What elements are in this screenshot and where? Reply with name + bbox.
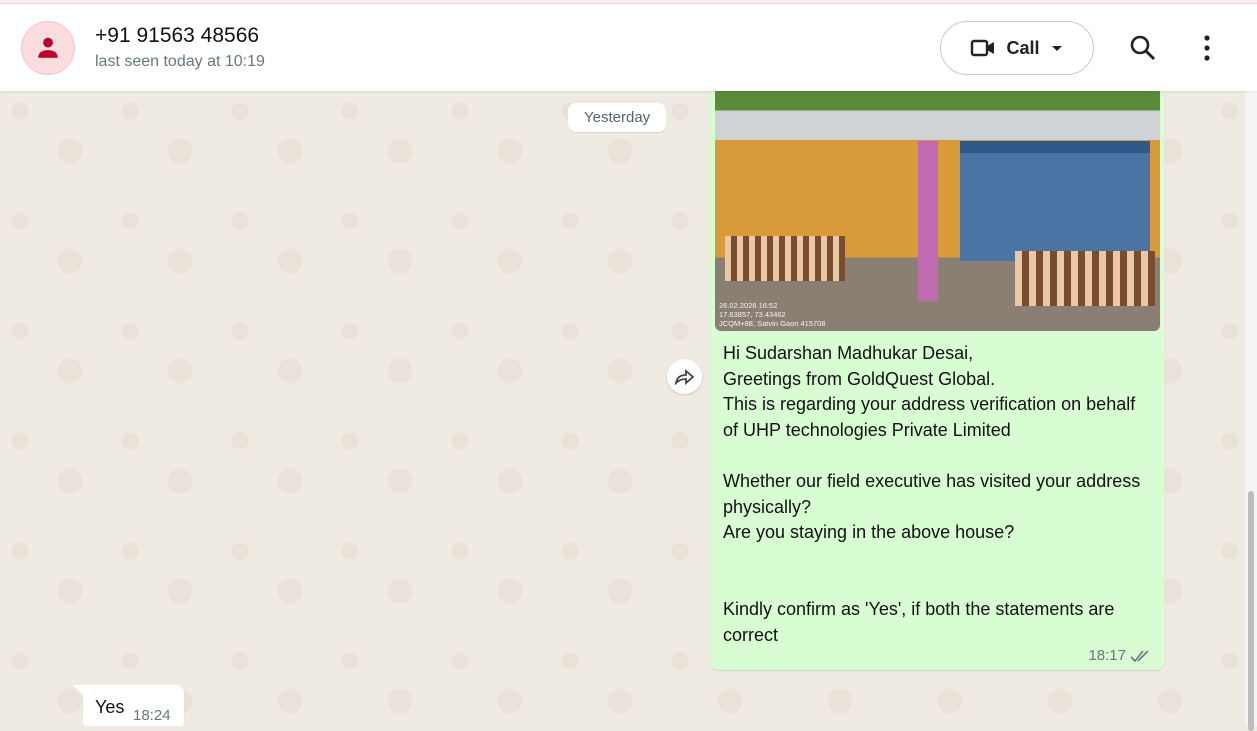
double-check-icon bbox=[1130, 649, 1149, 662]
photo-geostamp: 26.02.2026 16:52 17.63857, 73.43462 JCQM… bbox=[719, 301, 826, 328]
call-label: Call bbox=[1006, 37, 1040, 58]
person-icon bbox=[38, 37, 58, 58]
photo-railing bbox=[725, 236, 845, 281]
call-button[interactable]: Call bbox=[940, 21, 1094, 75]
video-icon bbox=[971, 39, 995, 57]
message-text: Yes bbox=[95, 697, 125, 717]
message-time: 18:24 bbox=[133, 707, 171, 724]
last-seen: last seen today at 10:19 bbox=[95, 53, 265, 70]
avatar[interactable] bbox=[21, 20, 75, 75]
chat-header: +91 91563 48566 last seen today at 10:19… bbox=[0, 4, 1257, 91]
message-meta: 18:17 bbox=[1088, 647, 1152, 664]
forward-button[interactable] bbox=[667, 359, 702, 394]
photo-shutter bbox=[960, 141, 1150, 261]
stamp-line: 17.63857, 73.43462 bbox=[719, 310, 786, 319]
chevron-down-icon bbox=[1051, 46, 1062, 51]
message-photo[interactable]: 26.02.2026 16:52 17.63857, 73.43462 JCQM… bbox=[715, 91, 1160, 331]
date-divider: Yesterday bbox=[568, 103, 667, 132]
incoming-message[interactable]: Yes 18:24 bbox=[73, 685, 184, 726]
scrollbar[interactable] bbox=[1245, 91, 1257, 731]
message-text: Hi Sudarshan Madhukar Desai, Greetings f… bbox=[723, 343, 1141, 645]
stamp-line: 26.02.2026 16:52 bbox=[719, 301, 778, 310]
search-icon[interactable] bbox=[1129, 34, 1157, 62]
scrollbar-thumb[interactable] bbox=[1248, 491, 1254, 731]
message-time: 18:17 bbox=[1088, 647, 1126, 664]
stamp-line: JCQM+88, Satvin Gaon 415708 bbox=[719, 319, 826, 328]
contact-name: +91 91563 48566 bbox=[95, 24, 260, 47]
forward-icon bbox=[674, 368, 694, 385]
photo-pillar bbox=[918, 141, 938, 301]
contact-info[interactable]: +91 91563 48566 last seen today at 10:19 bbox=[95, 24, 265, 71]
message-list: 26.02.2026 16:52 17.63857, 73.43462 JCQM… bbox=[0, 91, 1245, 726]
outgoing-message[interactable]: 26.02.2026 16:52 17.63857, 73.43462 JCQM… bbox=[710, 91, 1164, 670]
photo-railing bbox=[1015, 251, 1155, 306]
more-options-icon[interactable] bbox=[1198, 34, 1216, 62]
